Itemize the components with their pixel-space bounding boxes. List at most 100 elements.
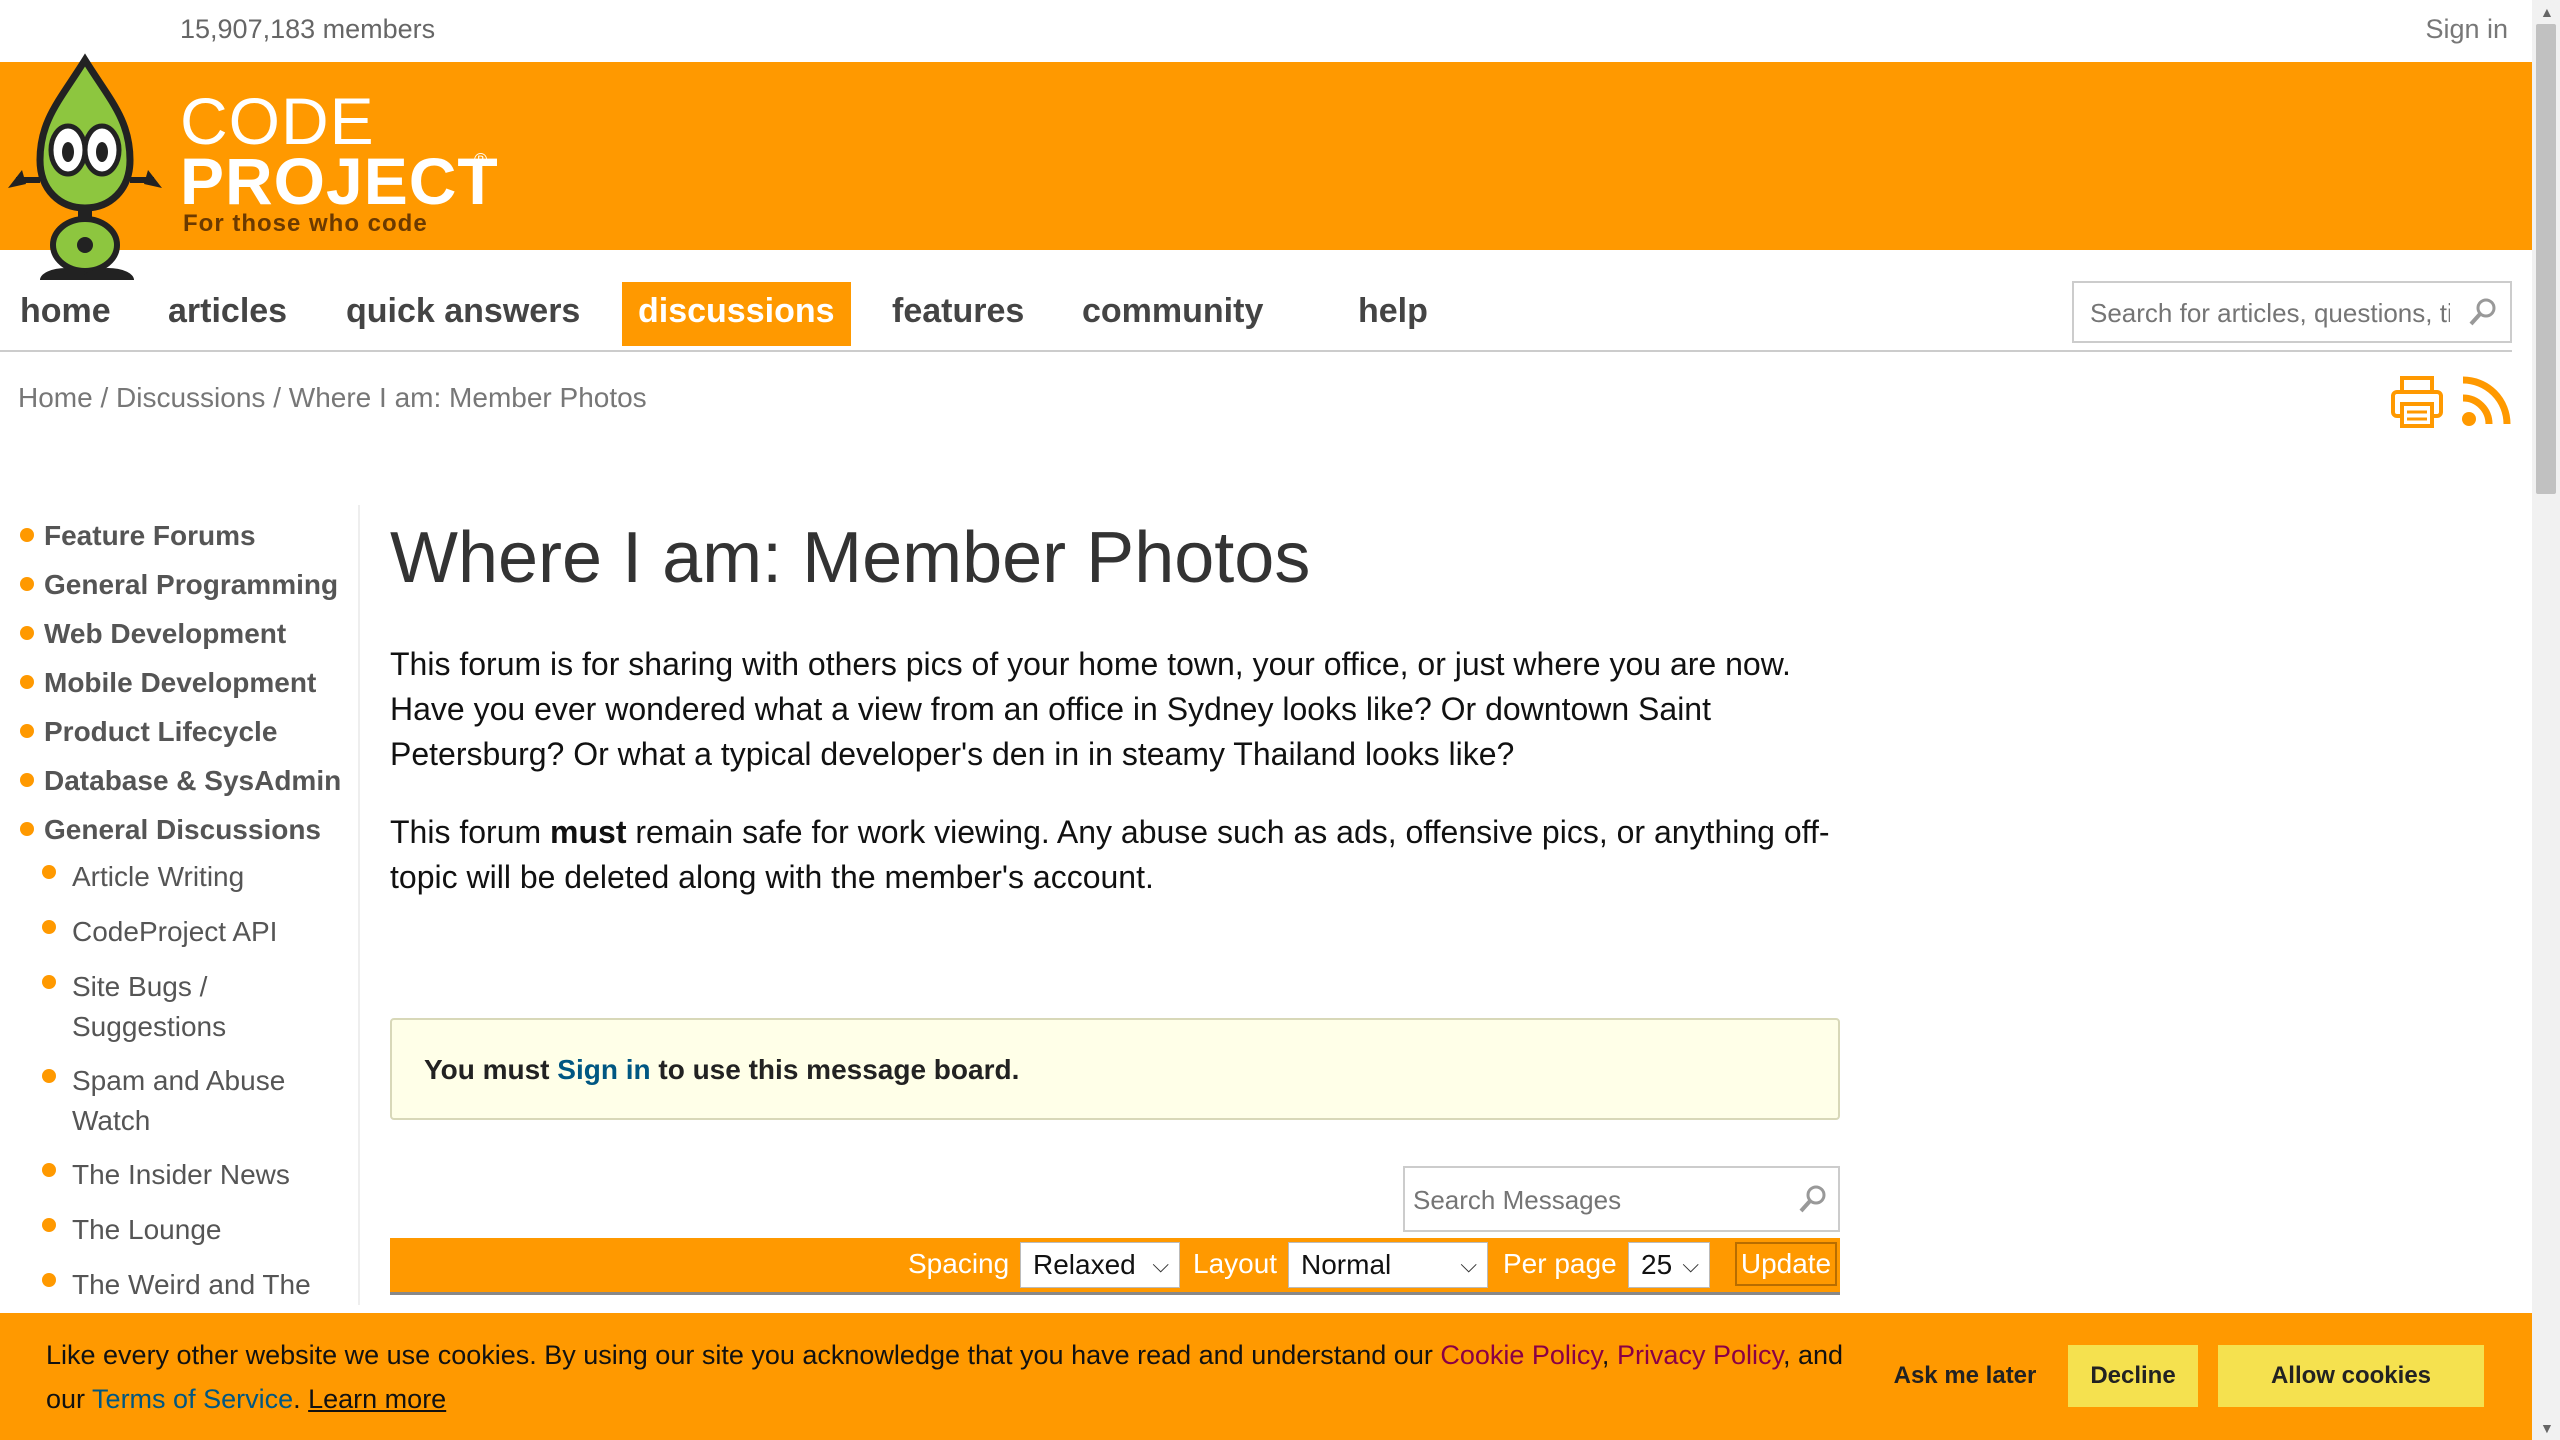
message-search-input[interactable] xyxy=(1411,1184,1785,1217)
notice-text: You must Sign in to use this message boa… xyxy=(424,1054,1019,1086)
nav-help[interactable]: help xyxy=(1342,282,1444,346)
sidebar-subitem-label: The Weird and The xyxy=(72,1269,311,1300)
sign-in-link[interactable]: Sign in xyxy=(2425,14,2508,45)
chevron-down-icon: ⌵ xyxy=(1460,1252,1477,1277)
learn-more-link[interactable]: Learn more xyxy=(308,1384,446,1414)
message-board-toolbar: Spacing Relaxed ⌵ Layout Normal ⌵ Per page… xyxy=(390,1238,1840,1295)
sidebar-item-product-lifecycle[interactable]: Product Lifecycle xyxy=(20,716,277,748)
top-bar: 15,907,183 members Sign in xyxy=(0,0,2532,62)
sidebar-item-label: Database & SysAdmin xyxy=(44,765,342,796)
breadcrumb-discussions[interactable]: Discussions xyxy=(116,382,265,413)
page-title: Where I am: Member Photos xyxy=(390,518,1311,598)
sidebar-item-feature-forums[interactable]: Feature Forums xyxy=(20,520,256,552)
nav-community[interactable]: community xyxy=(1066,282,1279,346)
logo-project-text[interactable]: PROJECT xyxy=(180,148,499,214)
search-icon[interactable] xyxy=(1798,1184,1828,1214)
ask-me-later-button[interactable]: Ask me later xyxy=(1860,1345,2070,1407)
nav-articles[interactable]: articles xyxy=(152,282,303,346)
spacing-value: Relaxed xyxy=(1033,1249,1136,1280)
sidebar-subitem-article-writing[interactable]: Article Writing xyxy=(42,857,332,897)
sidebar-item-general-programming[interactable]: General Programming xyxy=(20,569,338,601)
notice-sign-in-link[interactable]: Sign in xyxy=(557,1054,650,1085)
forum-rules: This forum must remain safe for work vie… xyxy=(390,810,1840,900)
sidebar-subitem-site-bugs[interactable]: Site Bugs / Suggestions xyxy=(42,967,262,1047)
cookie-period: . xyxy=(293,1384,309,1414)
bullet-icon xyxy=(20,527,34,542)
sidebar-subitem-the-lounge[interactable]: The Lounge xyxy=(42,1210,332,1250)
notice-text-a: You must xyxy=(424,1054,558,1085)
breadcrumb-separator: / xyxy=(92,382,117,413)
scroll-down-icon[interactable]: ▼ xyxy=(2540,1420,2554,1436)
bullet-icon xyxy=(20,723,34,738)
chevron-down-icon: ⌵ xyxy=(1152,1252,1169,1277)
sidebar-subitem-label: Site Bugs / Suggestions xyxy=(72,971,227,1042)
breadcrumb-home[interactable]: Home xyxy=(18,382,93,413)
member-count: 15,907,183 members xyxy=(180,14,436,44)
cookie-policy-link[interactable]: Cookie Policy xyxy=(1440,1340,1602,1370)
sidebar-item-label: Mobile Development xyxy=(44,667,317,698)
sidebar-subitem-codeproject-api[interactable]: CodeProject API xyxy=(42,912,332,952)
bullet-icon xyxy=(20,576,34,591)
sidebar-item-label: General Programming xyxy=(44,569,339,600)
sidebar-subitem-label: Article Writing xyxy=(72,861,245,892)
bullet-icon xyxy=(42,1218,56,1232)
sidebar-subitem-label: The Lounge xyxy=(72,1214,222,1245)
nav-discussions[interactable]: discussions xyxy=(622,282,851,346)
bullet-icon xyxy=(42,865,56,879)
cookie-comma: , xyxy=(1601,1340,1617,1370)
bullet-icon xyxy=(42,1273,56,1287)
scroll-up-icon[interactable]: ▲ xyxy=(2540,4,2554,20)
per-page-value: 25 xyxy=(1641,1249,1673,1280)
sidebar-subitem-spam-abuse[interactable]: Spam and Abuse Watch xyxy=(42,1061,312,1141)
print-icon[interactable] xyxy=(2390,376,2444,428)
sidebar-item-web-development[interactable]: Web Development xyxy=(20,618,286,650)
sidebar-item-database-sysadmin[interactable]: Database & SysAdmin xyxy=(20,765,341,797)
forum-rules-emphasis: must xyxy=(550,814,627,850)
scrollbar-thumb[interactable] xyxy=(2536,24,2556,494)
bob-mascot-icon[interactable] xyxy=(0,40,170,280)
nav-features[interactable]: features xyxy=(876,282,1040,346)
sidebar-subitem-insider-news[interactable]: The Insider News xyxy=(42,1155,332,1195)
cookie-text: Like every other website we use cookies.… xyxy=(46,1340,1441,1370)
privacy-policy-link[interactable]: Privacy Policy xyxy=(1617,1340,1783,1370)
site-search-input[interactable] xyxy=(2088,297,2452,330)
site-header: CODE PROJECT ® For those who code xyxy=(0,53,2532,280)
site-search-box xyxy=(2072,281,2512,343)
update-button[interactable]: Update xyxy=(1735,1242,1837,1286)
cookie-message: Like every other website we use cookies.… xyxy=(46,1333,1846,1421)
cookie-banner: Like every other website we use cookies.… xyxy=(0,1313,2532,1440)
bullet-icon xyxy=(42,920,56,934)
sign-in-notice: You must Sign in to use this message boa… xyxy=(390,1018,1840,1120)
main-nav: home articles quick answers discussions … xyxy=(0,250,2512,352)
message-search-box xyxy=(1403,1166,1840,1232)
forum-description: This forum is for sharing with others pi… xyxy=(390,646,1791,772)
rss-icon[interactable] xyxy=(2460,376,2514,428)
decline-cookies-button[interactable]: Decline xyxy=(2068,1345,2198,1407)
layout-value: Normal xyxy=(1301,1249,1392,1280)
nav-home[interactable]: home xyxy=(4,282,127,346)
terms-of-service-link[interactable]: Terms of Service xyxy=(92,1384,293,1414)
layout-select[interactable]: Normal ⌵ xyxy=(1288,1242,1488,1288)
logo-registered-mark: ® xyxy=(474,150,488,170)
allow-cookies-button[interactable]: Allow cookies xyxy=(2218,1345,2484,1407)
sidebar-subitem-label: CodeProject API xyxy=(72,916,278,947)
per-page-select[interactable]: 25 ⌵ xyxy=(1628,1242,1710,1288)
nav-quick-answers[interactable]: quick answers xyxy=(330,282,596,346)
bullet-icon xyxy=(42,975,56,989)
breadcrumb: Home / Discussions / Where I am: Member … xyxy=(18,382,647,414)
spacing-select[interactable]: Relaxed ⌵ xyxy=(1020,1242,1180,1288)
per-page-label: Per page xyxy=(1503,1248,1617,1279)
bullet-icon xyxy=(42,1069,56,1083)
sidebar-subitem-weird-wonderful[interactable]: The Weird and The xyxy=(42,1265,332,1305)
page-scrollbar[interactable]: ▲ ▼ xyxy=(2532,0,2560,1440)
breadcrumb-separator: / xyxy=(265,382,289,413)
chevron-down-icon: ⌵ xyxy=(1682,1252,1699,1277)
sidebar-item-label: Product Lifecycle xyxy=(44,716,278,747)
sidebar-item-mobile-development[interactable]: Mobile Development xyxy=(20,667,316,699)
layout-label: Layout xyxy=(1193,1248,1278,1279)
sidebar-item-general-discussions[interactable]: General Discussions xyxy=(20,814,321,846)
bullet-icon xyxy=(20,772,34,787)
breadcrumb-current[interactable]: Where I am: Member Photos xyxy=(289,382,647,413)
search-icon[interactable] xyxy=(2468,297,2498,327)
forum-rules-text: This forum xyxy=(390,814,551,850)
